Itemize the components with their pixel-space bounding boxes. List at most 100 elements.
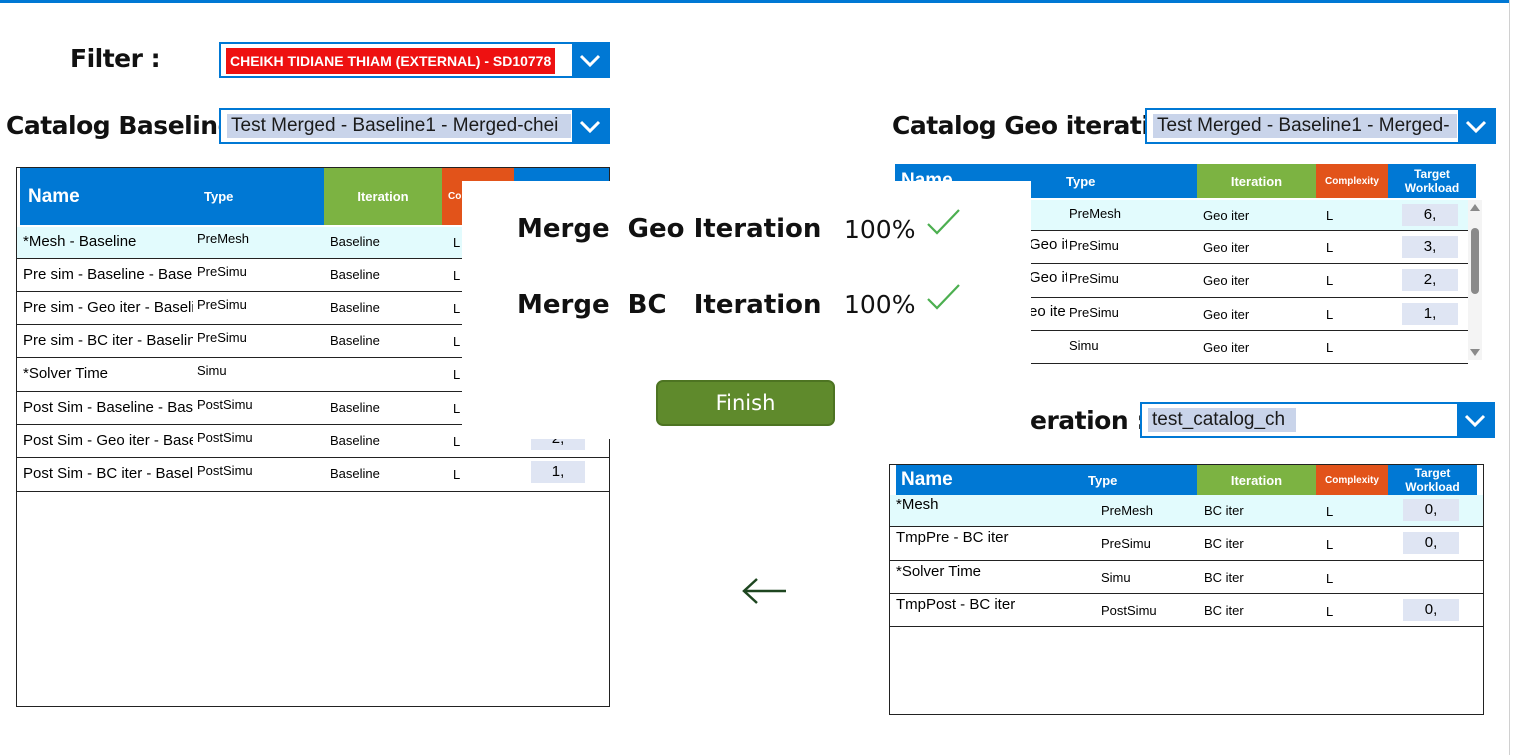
row-complexity: L (1326, 537, 1334, 552)
row-iteration: Baseline (330, 466, 380, 481)
header-type: Type (1066, 173, 1096, 189)
row-type: Simu (1067, 334, 1159, 357)
row-iteration: BC iter (1204, 503, 1244, 518)
catalog-bc-selected-value: test_catalog_ch (1148, 408, 1296, 432)
header-target: Target (1414, 466, 1451, 480)
catalog-bc-dropdown[interactable]: test_catalog_ch (1140, 402, 1495, 438)
header-iteration: Iteration (1197, 164, 1316, 198)
row-iteration: Baseline (330, 299, 380, 315)
row-name: *Solver Time (896, 562, 982, 580)
table-row[interactable]: *Mesh PreMesh BC iter L 0, (890, 495, 1483, 527)
row-type: PreSimu (193, 326, 293, 349)
header-iteration: Iteration (324, 168, 442, 225)
catalog-baseline-dropdown[interactable]: Test Merged - Baseline1 - Merged-chei (219, 108, 610, 144)
row-type: PreMesh (1097, 500, 1187, 522)
row-iteration: Baseline (330, 432, 380, 448)
row-type: PostSimu (193, 393, 293, 416)
row-iteration: Geo iter (1203, 207, 1250, 223)
row-name: TmpPost - BC iter (896, 595, 1016, 613)
header-type: Type (1088, 472, 1118, 488)
row-type: PostSimu (1097, 599, 1187, 622)
row-complexity: L (1326, 570, 1334, 586)
row-complexity: L (1326, 273, 1334, 288)
table-row[interactable]: TmpPost - BC iter PostSimu BC iter L 0, (890, 594, 1483, 627)
catalog-bc-label: eration : (1030, 406, 1146, 435)
row-iteration: Baseline (330, 266, 380, 282)
row-type: PreSimu (1067, 234, 1159, 257)
row-name: Pre sim - BC iter - Baselin (23, 331, 196, 349)
table-row[interactable]: TmpPre - BC iter PreSimu BC iter L 0, (890, 527, 1483, 561)
scrollbar-thumb[interactable] (1471, 228, 1479, 294)
header-target-workload: Target Workload (1388, 465, 1477, 495)
row-target-workload[interactable]: 2, (1402, 269, 1458, 291)
row-iteration: Geo iter (1203, 239, 1250, 255)
row-complexity: L (1326, 207, 1334, 223)
row-type: PreMesh (1067, 202, 1159, 225)
row-complexity: L (1326, 239, 1334, 255)
row-type: Simu (193, 360, 293, 382)
table-row[interactable]: Simu Geo iter L (1029, 331, 1468, 364)
header-name: Name (28, 185, 80, 207)
row-target-workload[interactable]: 1, (531, 461, 585, 483)
row-complexity: L (453, 467, 461, 482)
row-type: PreSimu (1067, 301, 1159, 324)
table-row[interactable]: Post Sim - BC iter - Baseli PostSimu Basel… (17, 458, 609, 492)
table-row[interactable]: *Solver Time Simu BC iter L (890, 561, 1483, 594)
row-complexity: L (1326, 504, 1334, 519)
top-accent-bar (0, 0, 1517, 3)
merge-bc-percent: 100% (844, 290, 916, 319)
arrow-left-icon[interactable] (740, 574, 790, 608)
table-row[interactable]: Geo it PreSimu Geo iter L 3, (1029, 231, 1468, 264)
row-target-workload[interactable]: 0, (1403, 598, 1459, 621)
row-name: Post Sim - Baseline - Base (23, 398, 197, 416)
header-workload: Workload (1405, 480, 1460, 494)
finish-button[interactable]: Finish (656, 380, 835, 426)
row-name: *Solver Time (23, 365, 109, 382)
scroll-up-icon[interactable] (1470, 204, 1480, 211)
table-row[interactable]: PreMesh Geo iter L 6, (1029, 200, 1468, 231)
filter-dropdown[interactable]: CHEIKH TIDIANE THIAM (EXTERNAL) - SD1077… (219, 42, 610, 78)
filter-label: Filter : (70, 44, 161, 73)
header-workload: Workload (1404, 181, 1460, 195)
scroll-down-icon[interactable] (1470, 349, 1480, 356)
chevron-down-icon (579, 54, 601, 68)
row-iteration: BC iter (1204, 602, 1244, 618)
header-iteration: Iteration (1197, 465, 1316, 495)
catalog-baseline-dropdown-button[interactable] (572, 110, 608, 142)
catalog-geo-dropdown-button[interactable] (1458, 110, 1494, 142)
row-name: Pre sim - Baseline - Baseli (23, 265, 197, 283)
row-type: PostSimu (193, 460, 293, 482)
row-name: *Mesh (896, 496, 939, 513)
header-target: Target (1414, 167, 1450, 181)
catalog-bc-dropdown-button[interactable] (1457, 404, 1493, 436)
row-target-workload[interactable]: 3, (1402, 235, 1458, 258)
row-complexity: L (1326, 339, 1334, 355)
row-iteration: Baseline (330, 234, 380, 249)
geo-table-scrollbar[interactable] (1468, 200, 1482, 360)
chevron-down-icon (1464, 414, 1486, 428)
table-row[interactable]: Geo itePreSimu Geo iter L 2, (1029, 264, 1468, 298)
row-target-workload[interactable]: 0, (1403, 499, 1459, 521)
row-iteration: Geo iter (1203, 339, 1250, 355)
filter-dropdown-button[interactable] (572, 44, 608, 76)
row-name: Geo it (1029, 235, 1069, 253)
row-target-workload[interactable]: 1, (1402, 302, 1458, 325)
row-target-workload[interactable]: 6, (1402, 203, 1458, 226)
row-type: PostSimu (193, 426, 293, 449)
row-name: Post Sim - BC iter - Baseli (23, 465, 197, 482)
merge-bc-label: Merge BC Iteration (517, 290, 822, 320)
row-complexity: L (1326, 603, 1334, 619)
chevron-down-icon (1465, 120, 1487, 134)
row-type: PreSimu (193, 260, 293, 283)
row-type: PreSimu (1067, 268, 1159, 290)
row-type: PreSimu (193, 293, 293, 316)
row-name: Post Sim - Geo iter - Base (23, 431, 197, 449)
catalog-geo-selected-value: Test Merged - Baseline1 - Merged- (1153, 114, 1457, 138)
merge-geo-percent: 100% (844, 215, 916, 244)
catalog-geo-dropdown[interactable]: Test Merged - Baseline1 - Merged- (1145, 108, 1496, 144)
row-target-workload[interactable]: 0, (1403, 532, 1459, 554)
row-name: Geo ite (1029, 269, 1069, 286)
catalog-baseline-selected-value: Test Merged - Baseline1 - Merged-chei (227, 114, 571, 138)
table-row[interactable]: eo ite PreSimu Geo iter L 1, (1029, 298, 1468, 331)
merge-geo-label: Merge Geo Iteration (517, 214, 822, 244)
